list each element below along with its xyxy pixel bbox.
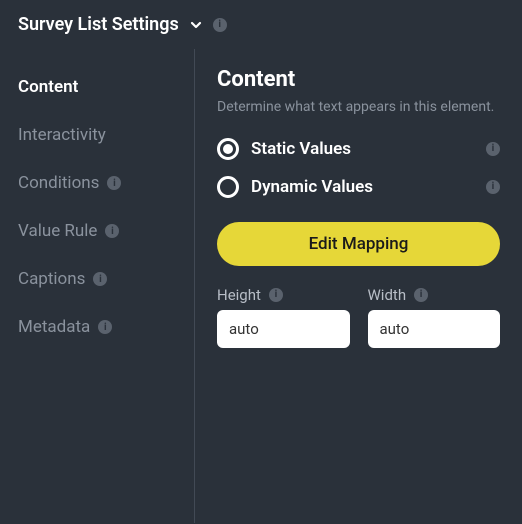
section-description: Determine what text appears in this elem… bbox=[217, 98, 500, 118]
height-input[interactable] bbox=[217, 310, 350, 348]
info-icon[interactable]: i bbox=[486, 180, 500, 194]
field-label-row: Height i bbox=[217, 286, 350, 304]
sidebar: Content Interactivity Conditions i Value… bbox=[0, 49, 195, 523]
sidebar-item-content[interactable]: Content bbox=[0, 63, 194, 111]
radio-label: Static Values bbox=[251, 139, 474, 159]
info-icon[interactable]: i bbox=[93, 272, 107, 286]
dimension-fields: Height i Width i bbox=[217, 286, 500, 348]
sidebar-item-interactivity[interactable]: Interactivity bbox=[0, 111, 194, 159]
width-input[interactable] bbox=[368, 310, 501, 348]
info-icon[interactable]: i bbox=[213, 18, 227, 32]
chevron-down-icon[interactable] bbox=[189, 18, 203, 32]
sidebar-item-label: Captions bbox=[18, 269, 85, 289]
radio-icon bbox=[217, 176, 239, 198]
page-title[interactable]: Survey List Settings bbox=[18, 14, 179, 35]
sidebar-item-value-rule[interactable]: Value Rule i bbox=[0, 207, 194, 255]
section-title: Content bbox=[217, 67, 500, 92]
radio-option-dynamic[interactable]: Dynamic Values i bbox=[217, 176, 500, 198]
width-field: Width i bbox=[368, 286, 501, 348]
sidebar-item-label: Content bbox=[18, 77, 78, 97]
info-icon[interactable]: i bbox=[269, 288, 283, 302]
body: Content Interactivity Conditions i Value… bbox=[0, 49, 522, 523]
sidebar-item-conditions[interactable]: Conditions i bbox=[0, 159, 194, 207]
height-field: Height i bbox=[217, 286, 350, 348]
sidebar-item-captions[interactable]: Captions i bbox=[0, 255, 194, 303]
field-label: Height bbox=[217, 286, 261, 304]
radio-icon bbox=[217, 138, 239, 160]
edit-mapping-button[interactable]: Edit Mapping bbox=[217, 222, 500, 266]
sidebar-item-label: Conditions bbox=[18, 173, 99, 193]
radio-option-static[interactable]: Static Values i bbox=[217, 138, 500, 160]
radio-label: Dynamic Values bbox=[251, 177, 474, 197]
info-icon[interactable]: i bbox=[486, 142, 500, 156]
info-icon[interactable]: i bbox=[107, 176, 121, 190]
sidebar-item-label: Metadata bbox=[18, 317, 90, 337]
field-label-row: Width i bbox=[368, 286, 501, 304]
field-label: Width bbox=[368, 286, 407, 304]
header: Survey List Settings i bbox=[0, 0, 522, 49]
sidebar-item-metadata[interactable]: Metadata i bbox=[0, 303, 194, 351]
info-icon[interactable]: i bbox=[98, 320, 112, 334]
info-icon[interactable]: i bbox=[105, 224, 119, 238]
info-icon[interactable]: i bbox=[414, 288, 428, 302]
main-panel: Content Determine what text appears in t… bbox=[195, 49, 522, 523]
sidebar-item-label: Value Rule bbox=[18, 221, 97, 241]
sidebar-item-label: Interactivity bbox=[18, 125, 106, 145]
